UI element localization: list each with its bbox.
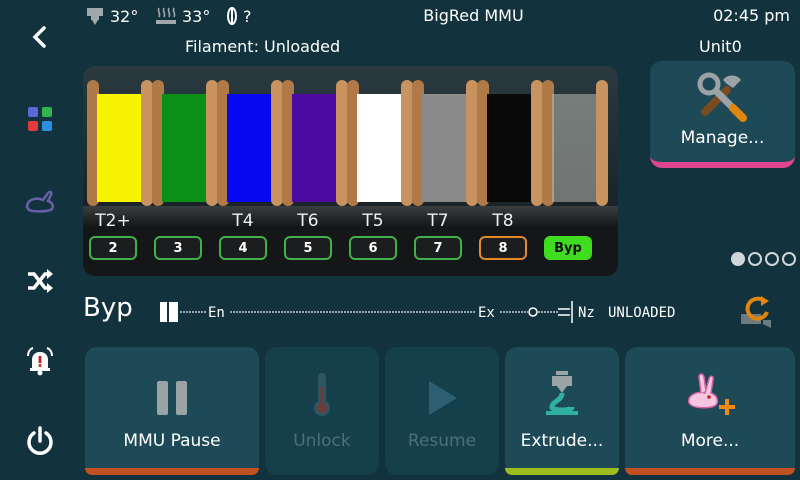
page-dot[interactable] [782,252,796,266]
alarm-button[interactable] [14,338,66,384]
spool[interactable] [152,80,218,206]
rabbit-plus-icon [688,373,735,415]
spool-illustration [87,80,608,206]
resume-label: Resume [407,431,477,451]
manage-button[interactable]: Manage... [650,61,795,168]
mmu-pause-accent [85,468,259,475]
apps-grid-icon [28,107,52,131]
refresh-icon [741,296,771,328]
extrude-accent [505,468,619,475]
more-label: More... [680,431,740,451]
entry-sensor-label: En [208,305,225,321]
refresh-button[interactable] [734,288,780,332]
rabbit-icon [25,190,55,213]
power-icon [27,426,53,455]
power-button[interactable] [14,418,66,464]
play-icon [429,381,457,415]
tool-label: T5 [362,211,384,231]
page-dot[interactable] [748,252,762,266]
extrude-icon [546,371,578,415]
manage-label: Manage... [680,128,765,148]
spool[interactable] [217,80,283,206]
current-gate: Byp [83,293,133,323]
pause-icon [157,381,187,415]
back-button[interactable] [14,14,66,60]
gate-badge[interactable]: 5 [284,236,332,260]
filament-status: Filament: Unloaded [185,37,341,56]
gate-badge[interactable]: 6 [349,236,397,260]
tool-label: T4 [232,211,254,231]
nozzle-label: Nz [578,305,595,321]
tool-label: T2+ [95,211,131,231]
spool[interactable] [347,80,413,206]
clock: 02:45 pm [713,6,790,25]
shuffle-button[interactable] [14,258,66,304]
tool-label: T8 [492,211,514,231]
back-arrow-icon [32,26,46,48]
gate-badge[interactable]: 4 [219,236,267,260]
more-accent [625,468,795,475]
top-bar: 32° 33° ? BigRed MMU 02:45 pm [80,0,800,36]
gate-badge[interactable]: 3 [154,236,202,260]
gate-badge-bypass[interactable]: Byp [544,236,592,260]
extrude-button[interactable]: Extrude... [505,347,619,475]
mmu-pause-label: MMU Pause [123,431,221,451]
filament-path: Byp En Ex Nz UNLOADED [83,293,723,329]
tools-icon [697,72,747,122]
tool-label: T6 [297,211,319,231]
spool-panel: T2+ 2 3 T4 4 T6 5 T5 6 T7 7 T8 8 Byp [83,66,618,276]
left-nav [0,0,80,480]
page-indicator [731,252,796,266]
shuffle-icon [28,269,53,293]
unit-label: Unit0 [699,37,742,56]
spool[interactable] [282,80,348,206]
spool[interactable] [542,80,608,206]
unlock-label: Unlock [293,431,351,451]
page-dot[interactable] [731,252,745,266]
apps-button[interactable] [14,96,66,142]
resume-button[interactable]: Resume [385,347,499,475]
page-dot[interactable] [765,252,779,266]
load-state: UNLOADED [608,305,675,321]
gate-badge[interactable]: 8 [479,236,527,260]
gate-badge[interactable]: 2 [89,236,137,260]
gate-badge[interactable]: 7 [414,236,462,260]
thermometer-icon [314,373,330,416]
spool[interactable] [477,80,543,206]
more-button[interactable]: More... [625,347,795,475]
unlock-button[interactable]: Unlock [265,347,379,475]
mmu-rabbit-button[interactable] [14,178,66,224]
spool-rack [83,66,618,206]
app-title: BigRed MMU [423,6,524,25]
tool-label: T7 [427,211,449,231]
filament-path-diagram: En Ex Nz UNLOADED [160,301,675,323]
extrude-label: Extrude... [520,431,604,451]
spool[interactable] [87,80,153,206]
mmu-pause-button[interactable]: MMU Pause [85,347,259,475]
exit-sensor-label: Ex [478,305,495,321]
spool[interactable] [412,80,478,206]
alarm-bell-icon [27,347,53,376]
